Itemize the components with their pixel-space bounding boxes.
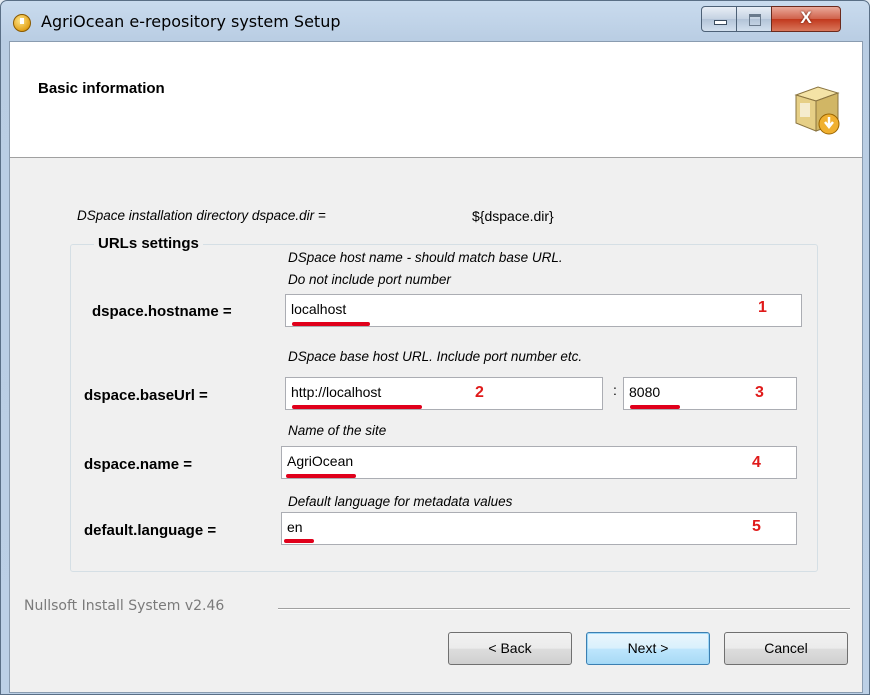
name-label: dspace.name = bbox=[84, 456, 192, 473]
hostname-marker: 1 bbox=[758, 299, 767, 316]
installer-window: AgriOcean e-repository system Setup X Ba… bbox=[0, 0, 870, 695]
install-dir-value: ${dspace.dir} bbox=[472, 208, 554, 224]
close-button[interactable]: X bbox=[771, 6, 841, 32]
port-separator: : bbox=[613, 382, 617, 398]
name-hint: Name of the site bbox=[288, 423, 387, 438]
maximize-button[interactable] bbox=[736, 6, 772, 32]
title-bar[interactable]: AgriOcean e-repository system Setup X bbox=[1, 1, 869, 41]
maximize-icon bbox=[749, 14, 761, 26]
window-title: AgriOcean e-repository system Setup bbox=[41, 12, 341, 31]
hostname-hint: DSpace host name - should match base URL… bbox=[288, 250, 563, 265]
language-label: default.language = bbox=[84, 522, 217, 539]
language-hint: Default language for metadata values bbox=[288, 494, 513, 509]
cancel-button[interactable]: Cancel bbox=[724, 632, 848, 665]
port-marker: 3 bbox=[755, 384, 764, 401]
baseurl-hint: DSpace base host URL. Include port numbe… bbox=[288, 349, 583, 364]
nsis-brand: Nullsoft Install System v2.46 bbox=[24, 598, 225, 614]
language-input[interactable]: en bbox=[281, 512, 797, 545]
close-icon: X bbox=[800, 8, 812, 27]
name-marker: 4 bbox=[752, 454, 761, 471]
baseurl-marker: 2 bbox=[475, 384, 484, 401]
minimize-button[interactable] bbox=[701, 6, 737, 32]
client-area: Basic information DSpace installation di… bbox=[9, 41, 863, 693]
next-button[interactable]: Next > bbox=[586, 632, 710, 665]
footer-divider bbox=[278, 608, 850, 610]
port-underline bbox=[630, 405, 680, 409]
back-button[interactable]: < Back bbox=[448, 632, 572, 665]
installer-box-icon bbox=[794, 86, 840, 135]
page-header: Basic information bbox=[10, 42, 862, 158]
site-name-input[interactable]: AgriOcean bbox=[281, 446, 797, 479]
page-title: Basic information bbox=[38, 80, 165, 97]
baseurl-label: dspace.baseUrl = bbox=[84, 387, 208, 404]
hostname-underline bbox=[292, 322, 370, 326]
setup-app-icon bbox=[13, 14, 31, 32]
language-underline bbox=[284, 539, 314, 543]
hostname-hint-2: Do not include port number bbox=[288, 272, 451, 287]
install-dir-label: DSpace installation directory dspace.dir… bbox=[77, 208, 326, 223]
hostname-label: dspace.hostname = bbox=[92, 303, 232, 320]
name-underline bbox=[286, 474, 356, 478]
language-marker: 5 bbox=[752, 518, 761, 535]
baseurl-underline bbox=[292, 405, 422, 409]
minimize-icon bbox=[714, 20, 727, 25]
urls-settings-title: URLs settings bbox=[94, 235, 203, 252]
